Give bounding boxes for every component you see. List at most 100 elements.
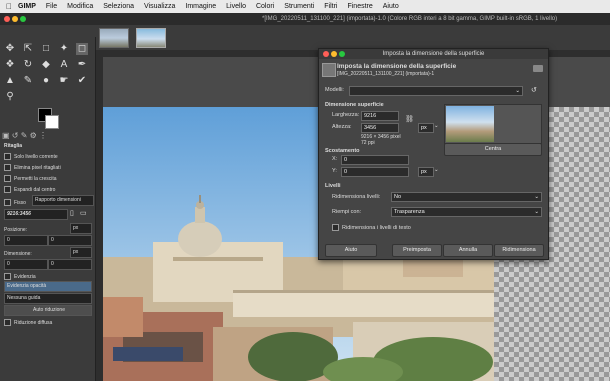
- checkbox-icon[interactable]: [4, 199, 11, 206]
- checkbox-icon[interactable]: [4, 164, 11, 171]
- menu-strumenti[interactable]: Strumenti: [284, 3, 314, 10]
- bucket-fill-icon[interactable]: ▲: [4, 75, 16, 87]
- menu-livello[interactable]: Livello: [226, 3, 246, 10]
- smudge-tool-icon[interactable]: ☛: [58, 75, 70, 87]
- menu-aiuto[interactable]: Aiuto: [383, 3, 399, 10]
- unit-chevron-icon[interactable]: ⌄: [434, 123, 439, 129]
- rect-select-icon[interactable]: □: [40, 43, 52, 55]
- menu-file[interactable]: File: [46, 3, 57, 10]
- fill-select[interactable]: Trasparenza ⌄: [391, 207, 542, 217]
- checkbox-icon[interactable]: [332, 224, 339, 231]
- checkbox-icon[interactable]: [4, 319, 11, 326]
- menu-finestre[interactable]: Finestre: [347, 3, 372, 10]
- offset-unit-select[interactable]: px: [418, 167, 434, 177]
- dialog-minimize-icon[interactable]: [331, 51, 337, 57]
- reset-button[interactable]: Preimposta: [392, 244, 442, 257]
- dialog-header-title: Imposta la dimensione della superficie: [337, 63, 457, 70]
- background-color[interactable]: [45, 115, 59, 129]
- highlight-opacity-slider[interactable]: Evidenzia opacità: [4, 281, 92, 292]
- dock-tabs-icon[interactable]: ▣ ↺ ✎ ⚙ ⋮: [2, 131, 92, 140]
- portrait-icon[interactable]: ▯: [70, 209, 74, 217]
- menu-seleziona[interactable]: Seleziona: [103, 3, 134, 10]
- width-input[interactable]: 9216: [361, 111, 399, 121]
- close-window-icon[interactable]: [4, 16, 10, 22]
- option-allow-growing[interactable]: Permetti la crescita: [4, 175, 57, 182]
- menu-colori[interactable]: Colori: [256, 3, 274, 10]
- option-shrink-merged[interactable]: Riduzione diffusa: [4, 319, 52, 326]
- color-picker-icon[interactable]: ✔: [76, 75, 88, 87]
- minimize-window-icon[interactable]: [12, 16, 18, 22]
- text-tool-icon[interactable]: A: [58, 59, 70, 71]
- paths-tool-icon[interactable]: ✒: [76, 59, 88, 71]
- option-fixed[interactable]: Fisso: [4, 199, 26, 206]
- canvas-size-title: Dimensione superficie: [325, 102, 384, 108]
- fixed-mode-select[interactable]: Rapporto dimensioni: [32, 195, 94, 206]
- reset-presets-icon[interactable]: ↺: [531, 86, 537, 94]
- checkbox-icon[interactable]: [4, 175, 11, 182]
- cancel-button[interactable]: Annulla: [443, 244, 493, 257]
- width-label: Larghezza:: [332, 112, 360, 118]
- canvas-preview[interactable]: [444, 104, 542, 144]
- image-tab-2[interactable]: [136, 28, 166, 48]
- fuzzy-select-icon[interactable]: ✦: [58, 43, 70, 55]
- menubar:  GIMP File Modifica Seleziona Visualizz…: [0, 0, 610, 13]
- zoom-tool-icon[interactable]: ⚲: [4, 91, 16, 103]
- resize-text-layers-option[interactable]: Ridimensiona i livelli di testo: [332, 224, 411, 231]
- warp-tool-icon[interactable]: ↻: [22, 59, 34, 71]
- cage-tool-icon[interactable]: ◆: [40, 59, 52, 71]
- zoom-window-icon[interactable]: [20, 16, 26, 22]
- menu-app[interactable]: GIMP: [18, 3, 36, 10]
- position-x-input[interactable]: 0: [4, 235, 48, 246]
- checkbox-icon[interactable]: [4, 153, 11, 160]
- image-preview-icon: [533, 65, 543, 72]
- offset-x-input[interactable]: 0: [341, 155, 409, 165]
- dialog-zoom-icon[interactable]: [339, 51, 345, 57]
- offset-unit-chevron-icon[interactable]: ⌄: [434, 167, 439, 173]
- layers-title: Livelli: [325, 183, 341, 189]
- option-highlight[interactable]: Evidenzia: [4, 273, 36, 280]
- crop-tool-icon[interactable]: ◻: [76, 43, 88, 55]
- center-button[interactable]: Centra: [444, 143, 542, 156]
- paintbrush-icon[interactable]: ✎: [22, 75, 34, 87]
- menu-visualizza[interactable]: Visualizza: [144, 3, 175, 10]
- checkbox-icon[interactable]: [4, 186, 11, 193]
- option-expand-center[interactable]: Espandi dal centro: [4, 186, 55, 193]
- image-tab-1[interactable]: [99, 28, 129, 48]
- size-unit-select[interactable]: px: [70, 247, 92, 258]
- apple-icon[interactable]: : [0, 2, 18, 11]
- presets-label: Modelli:: [325, 87, 344, 93]
- move-tool-icon[interactable]: ✥: [4, 43, 16, 55]
- tool-options-title: Ritaglia: [4, 143, 23, 149]
- menu-modifica[interactable]: Modifica: [67, 3, 93, 10]
- menu-immagine[interactable]: Immagine: [185, 3, 216, 10]
- checkbox-icon[interactable]: [4, 273, 11, 280]
- size-label: Dimensione:: [4, 251, 32, 257]
- help-button[interactable]: Aiuto: [325, 244, 377, 257]
- dialog-header-subtitle: [IMG_20220511_131100_221] (importata)-1: [337, 71, 435, 77]
- auto-shrink-button[interactable]: Auto riduzione: [4, 305, 92, 316]
- offset-y-input[interactable]: 0: [341, 167, 409, 177]
- size-unit-select[interactable]: px: [418, 123, 434, 133]
- guides-select[interactable]: Nessuna guida: [4, 293, 92, 304]
- height-input[interactable]: 3456: [361, 123, 399, 133]
- presets-select[interactable]: ⌄: [349, 86, 523, 96]
- x-label: X:: [332, 156, 338, 162]
- align-tool-icon[interactable]: ⇱: [22, 43, 34, 55]
- position-unit-select[interactable]: px: [70, 223, 92, 234]
- menu-filtri[interactable]: Filtri: [324, 3, 337, 10]
- window-titlebar: *[IMG_20220511_131100_221] (importata)-1…: [0, 13, 610, 25]
- ratio-input[interactable]: 9216:3456: [4, 209, 68, 220]
- vertical-ruler[interactable]: [96, 57, 103, 381]
- chain-link-icon[interactable]: ⛓: [405, 115, 414, 123]
- size-h-input[interactable]: 0: [48, 259, 92, 270]
- position-y-input[interactable]: 0: [48, 235, 92, 246]
- clone-tool-icon[interactable]: ●: [40, 75, 52, 87]
- transform-tool-icon[interactable]: ❖: [4, 59, 16, 71]
- resize-layers-select[interactable]: No ⌄: [391, 192, 542, 202]
- size-w-input[interactable]: 0: [4, 259, 48, 270]
- landscape-icon[interactable]: ▭: [80, 209, 87, 217]
- option-delete-pixels[interactable]: Elimina pixel ritagliati: [4, 164, 61, 171]
- dialog-close-icon[interactable]: [323, 51, 329, 57]
- resize-button[interactable]: Ridimensiona: [494, 244, 544, 257]
- option-current-layer[interactable]: Solo livello corrente: [4, 153, 58, 160]
